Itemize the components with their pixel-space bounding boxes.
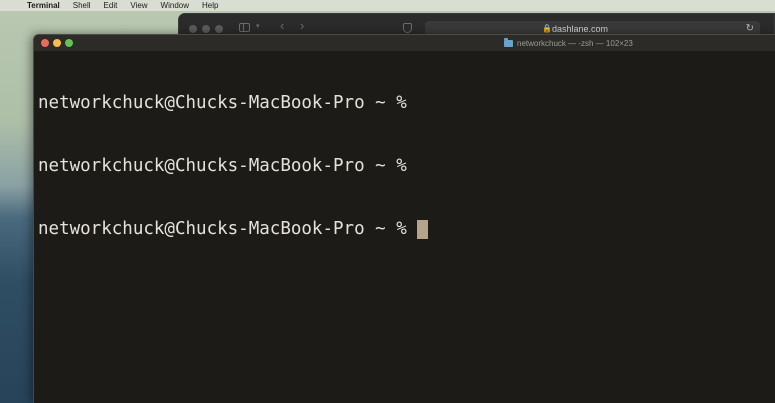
prompt-text: networkchuck@Chucks-MacBook-Pro ~ % <box>38 219 407 239</box>
minimize-button[interactable] <box>53 39 61 47</box>
menu-help[interactable]: Help <box>202 0 218 11</box>
menu-window[interactable]: Window <box>161 0 189 11</box>
zoom-button[interactable] <box>65 39 73 47</box>
terminal-window[interactable]: networkchuck — -zsh — 102×23 networkchuc… <box>33 34 775 403</box>
prompt-line: networkchuck@Chucks-MacBook-Pro ~ % <box>38 156 428 177</box>
prompt-line: networkchuck@Chucks-MacBook-Pro ~ % <box>38 219 428 240</box>
terminal-output[interactable]: networkchuck@Chucks-MacBook-Pro ~ % netw… <box>38 51 428 282</box>
browser-zoom-button[interactable] <box>215 25 223 33</box>
window-title: networkchuck — -zsh — 102×23 <box>504 37 633 49</box>
text-cursor <box>416 220 428 239</box>
back-icon[interactable]: ‹ <box>280 19 284 33</box>
lock-icon: 🔒 <box>542 24 552 33</box>
chevron-down-icon[interactable]: ▾ <box>256 22 260 30</box>
prompt-text: networkchuck@Chucks-MacBook-Pro ~ % <box>38 93 407 113</box>
shield-icon[interactable] <box>403 23 412 33</box>
menu-shell[interactable]: Shell <box>73 0 91 11</box>
prompt-line: networkchuck@Chucks-MacBook-Pro ~ % <box>38 93 428 114</box>
menu-view[interactable]: View <box>130 0 147 11</box>
close-button[interactable] <box>41 39 49 47</box>
menu-bar: Terminal Shell Edit View Window Help <box>0 0 775 11</box>
sidebar-toggle-icon[interactable] <box>239 23 250 32</box>
terminal-titlebar[interactable]: networkchuck — -zsh — 102×23 <box>34 35 775 51</box>
browser-close-button[interactable] <box>189 25 197 33</box>
browser-minimize-button[interactable] <box>202 25 210 33</box>
prompt-text: networkchuck@Chucks-MacBook-Pro ~ % <box>38 156 407 176</box>
folder-icon <box>504 37 513 47</box>
menu-terminal[interactable]: Terminal <box>27 0 60 11</box>
forward-icon[interactable]: › <box>300 19 304 33</box>
window-title-text: networkchuck — -zsh — 102×23 <box>517 38 633 48</box>
menu-edit[interactable]: Edit <box>104 0 118 11</box>
